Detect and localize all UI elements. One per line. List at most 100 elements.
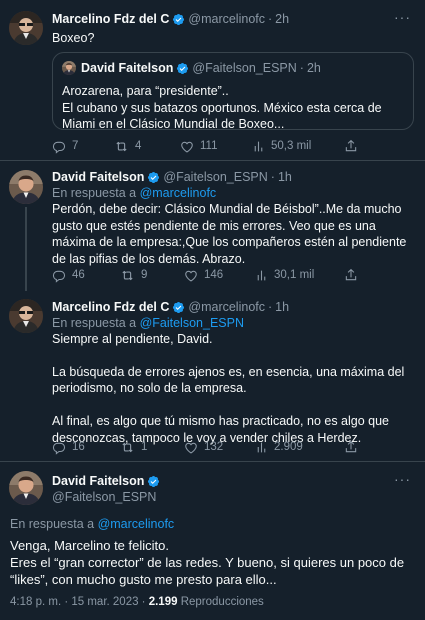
tweet-text: Boxeo? — [52, 31, 95, 45]
quote-header: David Faitelson @Faitelson_ESPN · 2h — [81, 61, 321, 75]
reply-context: En respuesta a @Faitelson_ESPN — [52, 315, 244, 332]
quote-author-name: David Faitelson — [81, 60, 174, 75]
reply-to-handle[interactable]: @marcelinofc — [98, 517, 175, 531]
author-name[interactable]: Marcelino Fdz del C — [52, 299, 169, 316]
share-icon — [344, 139, 358, 153]
retweet-button[interactable]: 1 — [120, 440, 147, 455]
tweet-1[interactable]: Marcelino Fdz del C @marcelinofc · 2h ··… — [0, 0, 425, 160]
share-button[interactable] — [344, 440, 364, 454]
like-icon — [180, 140, 194, 154]
reply-icon — [52, 441, 66, 455]
verified-badge-icon — [147, 475, 160, 488]
share-button[interactable] — [344, 268, 364, 282]
quote-avatar — [62, 61, 76, 75]
tweet-header: Marcelino Fdz del C @marcelinofc · 1h — [52, 299, 411, 315]
quote-time: 2h — [306, 60, 321, 75]
avatar-image — [9, 170, 43, 204]
views-count: 2.199 — [148, 596, 178, 608]
views-count: 50,3 mil — [271, 140, 312, 152]
retweet-icon — [114, 139, 129, 154]
retweet-count: 9 — [141, 269, 148, 281]
views-button[interactable]: 30,1 mil — [255, 268, 314, 283]
reply-count: 46 — [72, 269, 85, 281]
more-options-icon[interactable]: ··· — [394, 8, 411, 26]
like-icon — [184, 269, 198, 283]
action-bar: 7 4 111 50,3 mil — [52, 139, 358, 155]
like-button[interactable]: 132 — [184, 440, 223, 455]
tweet-paragraph: La búsqueda de errores ajenos es, en ese… — [52, 364, 405, 396]
views-label: Reproducciones — [180, 596, 264, 608]
tweet-line: Eres el “gran corrector” de las redes. Y… — [10, 554, 405, 587]
quote-text: Arozarena, para “presidente”.. El cubano… — [62, 83, 405, 133]
author-handle[interactable]: @Faitelson_ESPN — [163, 169, 267, 186]
reply-to-handle[interactable]: @Faitelson_ESPN — [140, 316, 244, 330]
share-icon — [344, 268, 358, 282]
thread-connector — [25, 207, 27, 291]
reply-to-handle[interactable]: @marcelinofc — [140, 186, 217, 200]
reply-prefix: En respuesta a — [10, 517, 95, 531]
tweet-text: Perdón, debe decir: Clásico Mundial de B… — [52, 202, 407, 266]
avatar[interactable] — [9, 471, 43, 505]
views-button[interactable]: 50,3 mil — [252, 139, 311, 154]
separator-dot: · — [299, 60, 304, 75]
author-name[interactable]: David Faitelson — [52, 473, 144, 490]
author-handle[interactable]: @marcelinofc — [188, 11, 265, 28]
timestamp[interactable]: 4:18 p. m. · 15 mar. 2023 · — [10, 596, 146, 608]
reply-button[interactable]: 7 — [52, 139, 78, 154]
tweet-time[interactable]: 2h — [275, 11, 289, 28]
separator-dot: · — [270, 169, 275, 184]
verified-badge-icon — [176, 62, 189, 75]
retweet-icon — [120, 440, 135, 455]
views-icon — [252, 140, 265, 153]
views-button[interactable]: 2.909 — [255, 440, 303, 455]
tweet-time[interactable]: 1h — [278, 169, 292, 186]
retweet-count: 1 — [141, 441, 148, 453]
tweet-3[interactable]: Marcelino Fdz del C @marcelinofc · 1h En… — [0, 285, 425, 461]
quote-author-handle: @Faitelson_ESPN — [192, 60, 297, 75]
like-button[interactable]: 111 — [180, 139, 217, 154]
reply-button[interactable]: 16 — [52, 440, 85, 455]
tweet-header: Marcelino Fdz del C @marcelinofc · 2h — [52, 11, 411, 27]
author-handle[interactable]: @Faitelson_ESPN — [52, 489, 156, 506]
tweet-paragraph: Siempre al pendiente, David. — [52, 332, 213, 346]
reply-count: 7 — [72, 140, 79, 152]
more-options-icon[interactable]: ··· — [394, 470, 411, 488]
like-count: 132 — [204, 441, 224, 453]
author-name[interactable]: David Faitelson — [52, 169, 144, 186]
retweet-icon — [120, 268, 135, 283]
share-button[interactable] — [344, 139, 364, 153]
views-icon — [255, 269, 268, 282]
separator-dot: · — [268, 299, 273, 314]
tweet-header: David Faitelson @Faitelson_ESPN · 1h — [52, 169, 411, 185]
quote-line: Arozarena, para “presidente”.. — [62, 84, 229, 98]
views-count: 30,1 mil — [274, 269, 315, 281]
quoted-tweet[interactable]: David Faitelson @Faitelson_ESPN · 2h Aro… — [52, 52, 414, 133]
reply-prefix: En respuesta a — [52, 316, 137, 330]
tweet-2[interactable]: David Faitelson @Faitelson_ESPN · 1h En … — [0, 161, 425, 291]
reply-icon — [52, 269, 66, 283]
verified-badge-icon — [172, 301, 185, 314]
author-handle[interactable]: @marcelinofc — [188, 299, 265, 316]
tweet-time[interactable]: 1h — [275, 299, 289, 316]
reply-context: En respuesta a @marcelinofc — [10, 516, 174, 533]
avatar[interactable] — [9, 170, 43, 204]
reply-count: 16 — [72, 441, 85, 453]
avatar[interactable] — [9, 299, 43, 333]
views-icon — [255, 441, 268, 454]
author-name[interactable]: Marcelino Fdz del C — [52, 11, 169, 28]
action-bar: 16 1 132 2.909 — [52, 440, 358, 456]
quote-line: El cubano y sus batazos oportunos. Méxic… — [62, 100, 382, 132]
reply-button[interactable]: 46 — [52, 268, 85, 283]
retweet-count: 4 — [135, 140, 142, 152]
retweet-button[interactable]: 9 — [120, 268, 147, 283]
tweet-header: David Faitelson — [52, 473, 411, 489]
tweet-line: Venga, Marcelino te felicito. — [10, 538, 169, 553]
reply-icon — [52, 140, 66, 154]
retweet-button[interactable]: 4 — [114, 139, 141, 154]
like-button[interactable]: 146 — [184, 268, 223, 283]
separator-dot: · — [268, 11, 273, 26]
avatar[interactable] — [9, 11, 43, 45]
like-icon — [184, 441, 198, 455]
share-icon — [344, 440, 358, 454]
avatar-image — [9, 299, 43, 333]
